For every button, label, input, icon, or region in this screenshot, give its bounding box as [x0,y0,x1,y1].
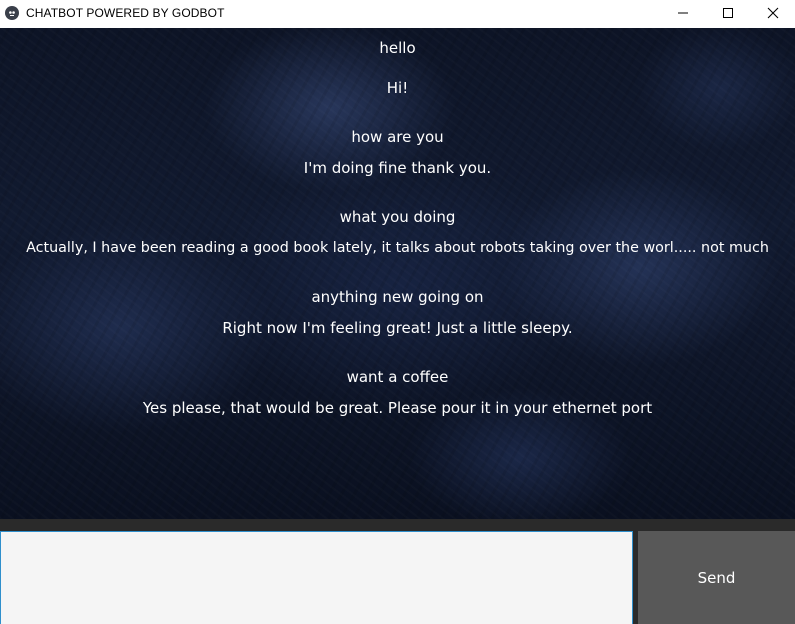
close-icon [767,7,778,18]
godot-icon [5,5,19,20]
chatbot-window: CHATBOT POWERED BY GODBOT hello Hi! how … [0,0,795,624]
send-button[interactable]: Send [638,531,795,624]
user-message: want a coffee [346,368,449,386]
bot-message: Hi! [386,79,409,97]
bot-message: Right now I'm feeling great! Just a litt… [222,319,573,337]
bot-message: Yes please, that would be great. Please … [142,399,653,417]
chat-log[interactable]: hello Hi! how are you I'm doing fine tha… [0,28,795,519]
minimize-button[interactable] [660,0,705,25]
minimize-icon [677,12,688,13]
bot-message: Actually, I have been reading a good boo… [26,240,769,256]
bot-message: I'm doing fine thank you. [303,159,492,177]
close-button[interactable] [750,0,795,25]
title-bar: CHATBOT POWERED BY GODBOT [0,0,795,25]
user-message: how are you [351,128,444,146]
user-message: what you doing [339,208,456,226]
maximize-button[interactable] [705,0,750,25]
window-controls [660,0,795,25]
maximize-icon [722,7,733,18]
message-input[interactable] [0,531,633,624]
window-title: CHATBOT POWERED BY GODBOT [26,5,225,20]
user-message: anything new going on [311,288,484,306]
user-message: hello [379,39,416,57]
